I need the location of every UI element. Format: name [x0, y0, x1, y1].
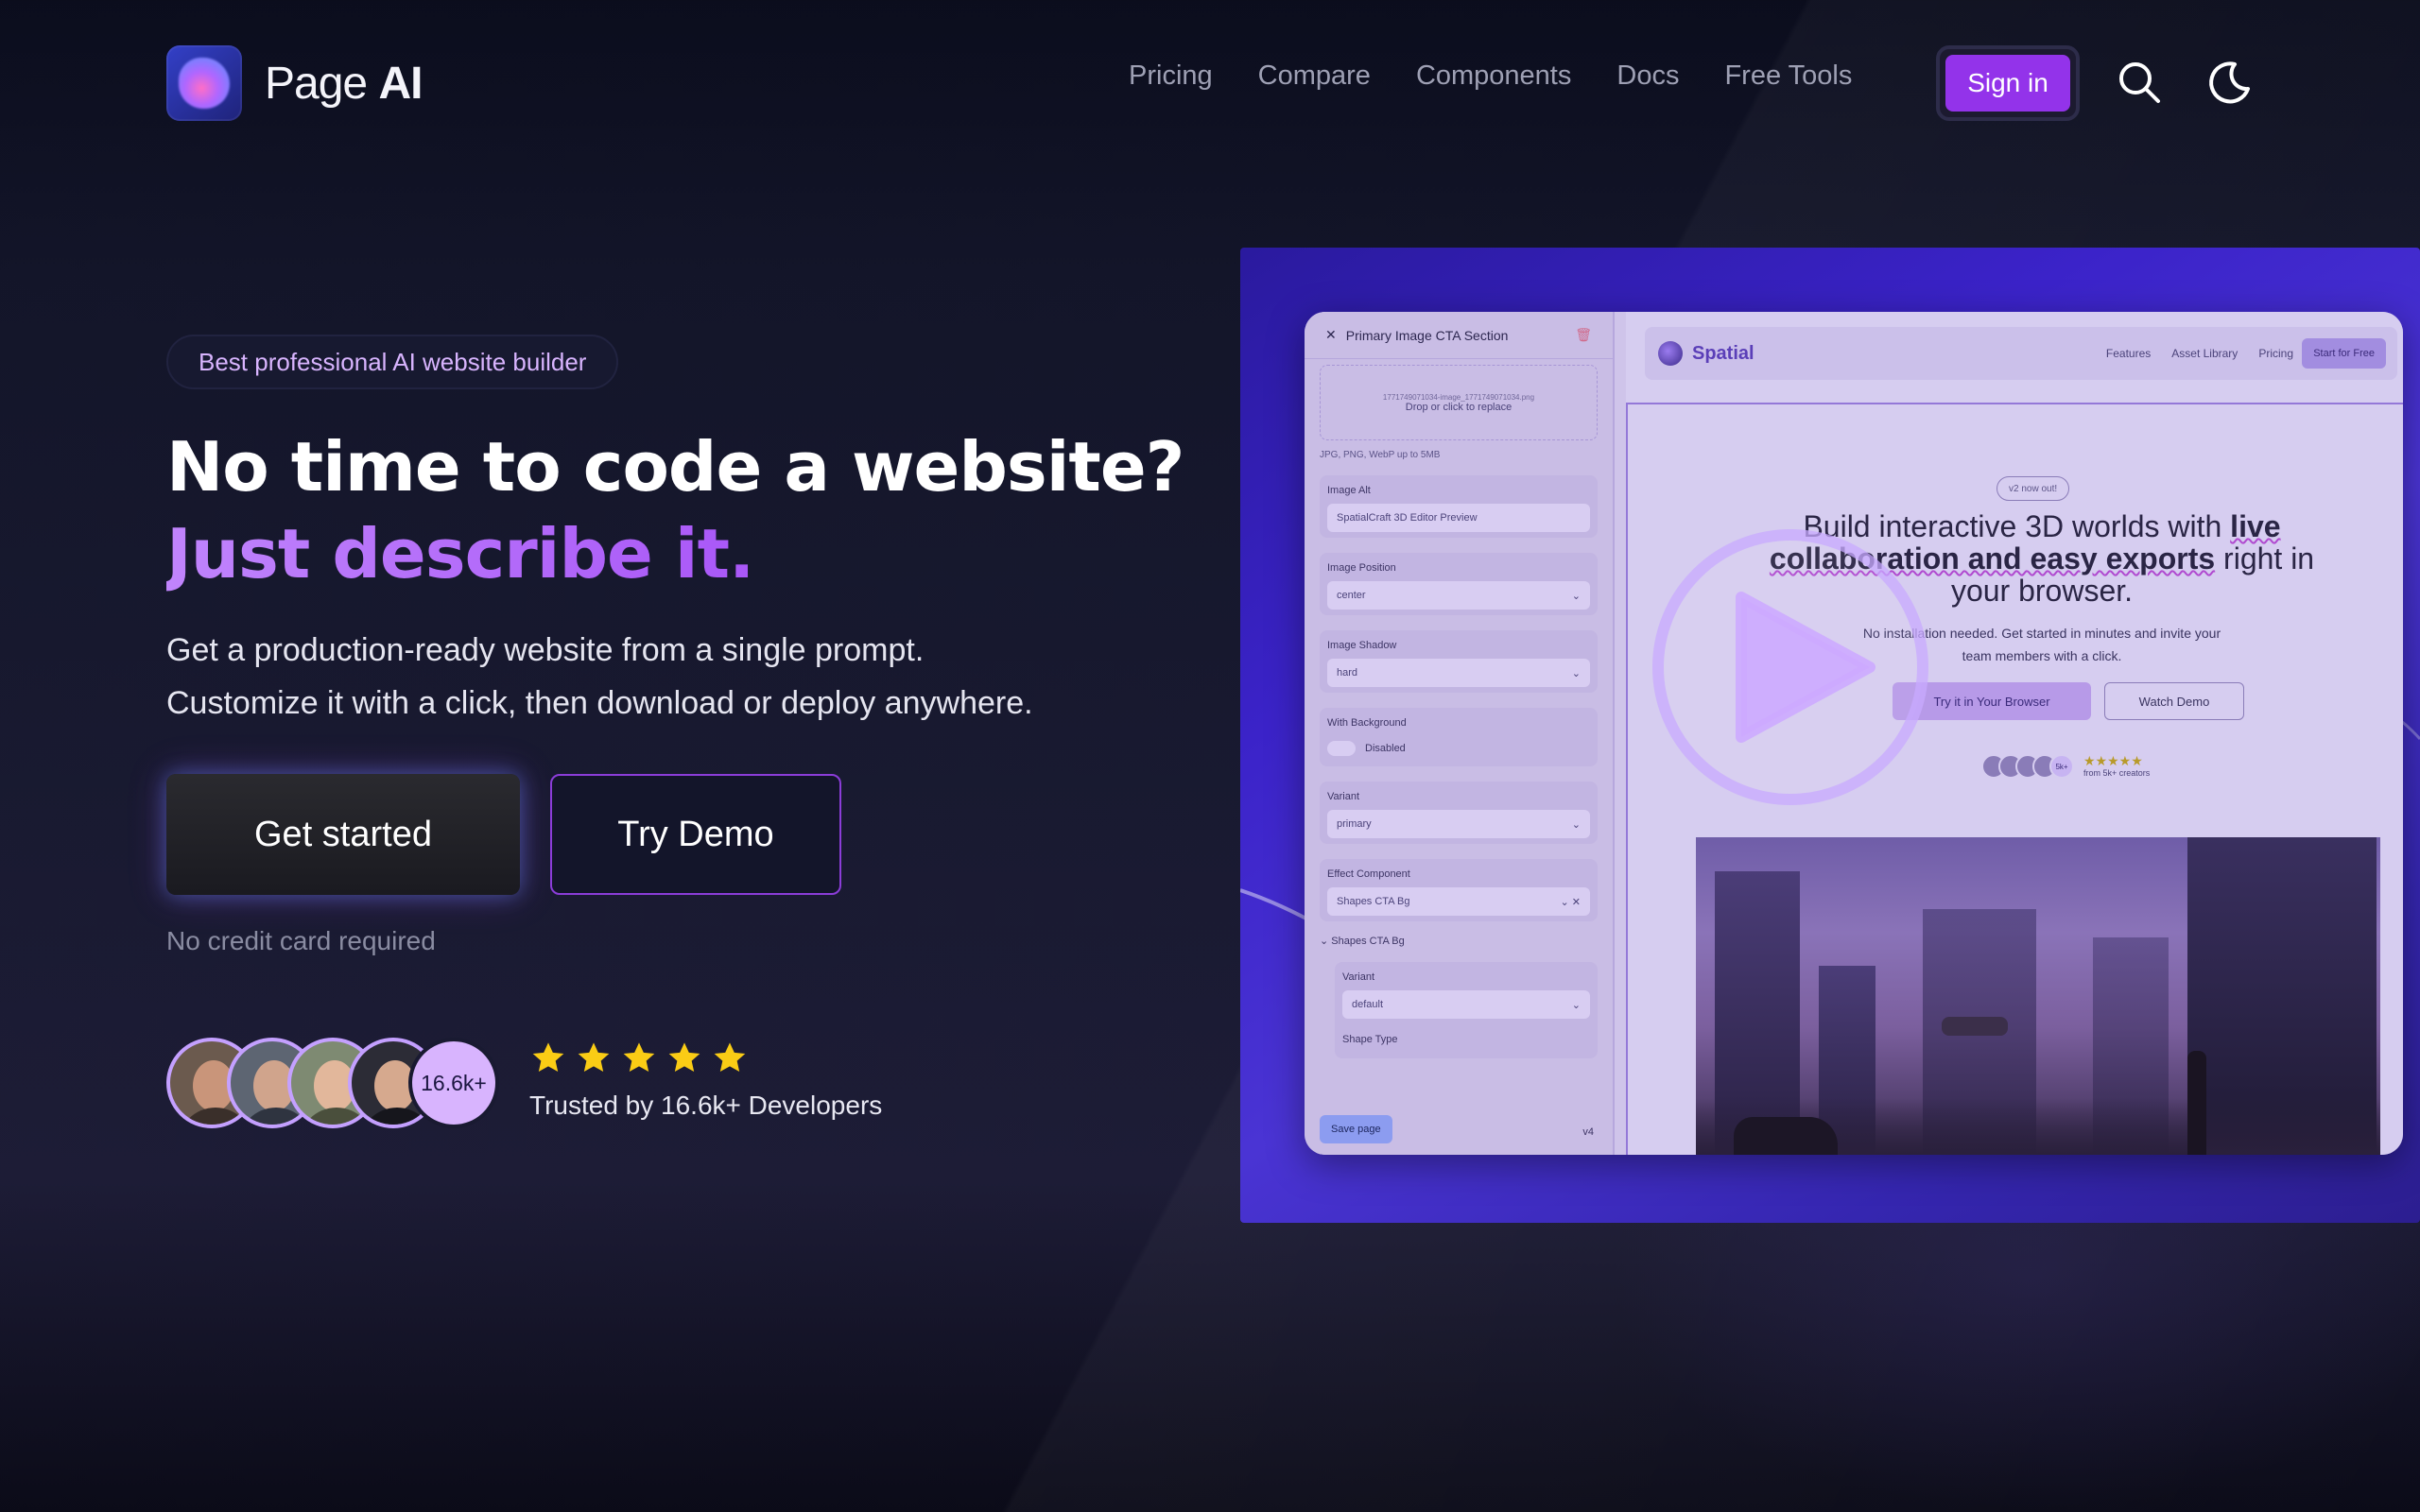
- rating-stars: [529, 1040, 749, 1077]
- effect-section-label[interactable]: ⌄ Shapes CTA Bg: [1320, 935, 1598, 947]
- trust-text: Trusted by 16.6k+ Developers: [529, 1091, 883, 1120]
- site-hero-image: [1696, 837, 2380, 1155]
- play-icon[interactable]: [1651, 527, 1930, 807]
- hero-badge: Best professional AI website builder: [166, 335, 619, 389]
- nav-link-pricing[interactable]: Pricing: [1129, 60, 1213, 92]
- panel-title: Primary Image CTA Section: [1345, 327, 1509, 343]
- background-toggle[interactable]: [1327, 741, 1356, 756]
- field-with-background: With Background Disabled: [1320, 708, 1598, 766]
- site-social-proof: 5k+ ★★★★★ from 5k+ creators: [1981, 754, 2150, 779]
- effect-select[interactable]: Shapes CTA Bg ⌄ ✕: [1327, 887, 1590, 916]
- site-link[interactable]: Features: [2106, 347, 2151, 360]
- site-name: Spatial: [1692, 342, 1754, 364]
- field-image-position: Image Position center ⌄: [1320, 553, 1598, 615]
- sub-variant-select[interactable]: default ⌄: [1342, 990, 1590, 1019]
- editor-panel: ✕ Primary Image CTA Section 🗑 177174907103…: [1305, 312, 1615, 1155]
- image-dropzone[interactable]: 1771749071034-image_1771749071034.png Dro…: [1320, 365, 1598, 440]
- star-icon: [714, 1042, 746, 1072]
- image-alt-input[interactable]: SpatialCraft 3D Editor Preview: [1327, 504, 1590, 532]
- variant-select[interactable]: primary ⌄: [1327, 810, 1590, 838]
- site-pill: v2 now out!: [1996, 476, 2070, 501]
- field-variant: Variant primary ⌄: [1320, 782, 1598, 844]
- chevron-down-icon: ⌄: [1571, 818, 1581, 831]
- star-icon: [668, 1042, 700, 1072]
- hero-subtitle-line1: Get a production-ready website from a si…: [166, 632, 925, 668]
- trash-icon[interactable]: 🗑: [1575, 327, 1592, 343]
- site-secondary-button[interactable]: Watch Demo: [2104, 682, 2244, 720]
- search-icon[interactable]: [2116, 59, 2163, 106]
- top-nav: Page AI Pricing Compare Components Docs …: [0, 0, 2420, 166]
- avatar-count: 16.6k+: [408, 1038, 499, 1128]
- signin-button[interactable]: Sign in: [1936, 45, 2080, 121]
- avatar-group: 16.6k+: [166, 1038, 499, 1128]
- shape-type-label: Shape Type: [1342, 1034, 1398, 1045]
- image-position-select[interactable]: center ⌄: [1327, 581, 1590, 610]
- hero-title: No time to code a website? Just describe…: [166, 423, 1184, 597]
- hero-title-line1: No time to code a website?: [166, 427, 1184, 507]
- star-icon: [532, 1042, 564, 1072]
- hero-subtitle-line2: Customize it with a click, then download…: [166, 685, 1033, 721]
- dark-mode-icon[interactable]: [2206, 59, 2254, 106]
- nav-links: Pricing Compare Components Docs Free Too…: [1129, 60, 1852, 92]
- star-icon: [623, 1042, 655, 1072]
- panel-header: ✕ Primary Image CTA Section 🗑: [1305, 312, 1613, 359]
- logo[interactable]: Page AI: [166, 45, 423, 121]
- field-effect-component: Effect Component Shapes CTA Bg ⌄ ✕: [1320, 859, 1598, 921]
- star-icon: [578, 1042, 610, 1072]
- save-page-button[interactable]: Save page: [1320, 1115, 1392, 1143]
- logo-icon: [166, 45, 242, 121]
- nav-link-components[interactable]: Components: [1416, 60, 1571, 92]
- no-credit-card-note: No credit card required: [166, 926, 436, 955]
- chevron-down-icon: ⌄: [1571, 590, 1581, 602]
- image-shadow-select[interactable]: hard ⌄: [1327, 659, 1590, 687]
- hero-subtitle: Get a production-ready website from a si…: [166, 624, 1033, 730]
- version-select[interactable]: v4: [1582, 1126, 1594, 1138]
- site-logo-icon: [1658, 341, 1683, 366]
- close-icon[interactable]: ✕: [1325, 327, 1337, 343]
- nav-link-docs[interactable]: Docs: [1616, 60, 1679, 92]
- get-started-button[interactable]: Get started: [166, 774, 520, 895]
- field-sub-variant: Variant default ⌄ Shape Type: [1335, 962, 1598, 1058]
- chevron-down-icon: ⌄: [1571, 667, 1581, 679]
- field-image-alt: Image Alt SpatialCraft 3D Editor Preview: [1320, 475, 1598, 538]
- hero-title-line2: Just describe it.: [166, 510, 1184, 597]
- site-nav: Spatial Features Asset Library Pricing Sta…: [1645, 327, 2397, 380]
- demo-video-preview[interactable]: ✕ Primary Image CTA Section 🗑 177174907103…: [1240, 248, 2420, 1223]
- logo-text: Page AI: [265, 58, 423, 109]
- field-image-shadow: Image Shadow hard ⌄: [1320, 630, 1598, 693]
- site-link[interactable]: Asset Library: [2171, 347, 2238, 360]
- file-hint: JPG, PNG, WebP up to 5MB: [1320, 450, 1441, 460]
- nav-link-free-tools[interactable]: Free Tools: [1724, 60, 1852, 92]
- nav-link-compare[interactable]: Compare: [1258, 60, 1371, 92]
- site-link[interactable]: Pricing: [2258, 347, 2293, 360]
- site-cta[interactable]: Start for Free: [2302, 338, 2386, 369]
- try-demo-button[interactable]: Try Demo: [550, 774, 841, 895]
